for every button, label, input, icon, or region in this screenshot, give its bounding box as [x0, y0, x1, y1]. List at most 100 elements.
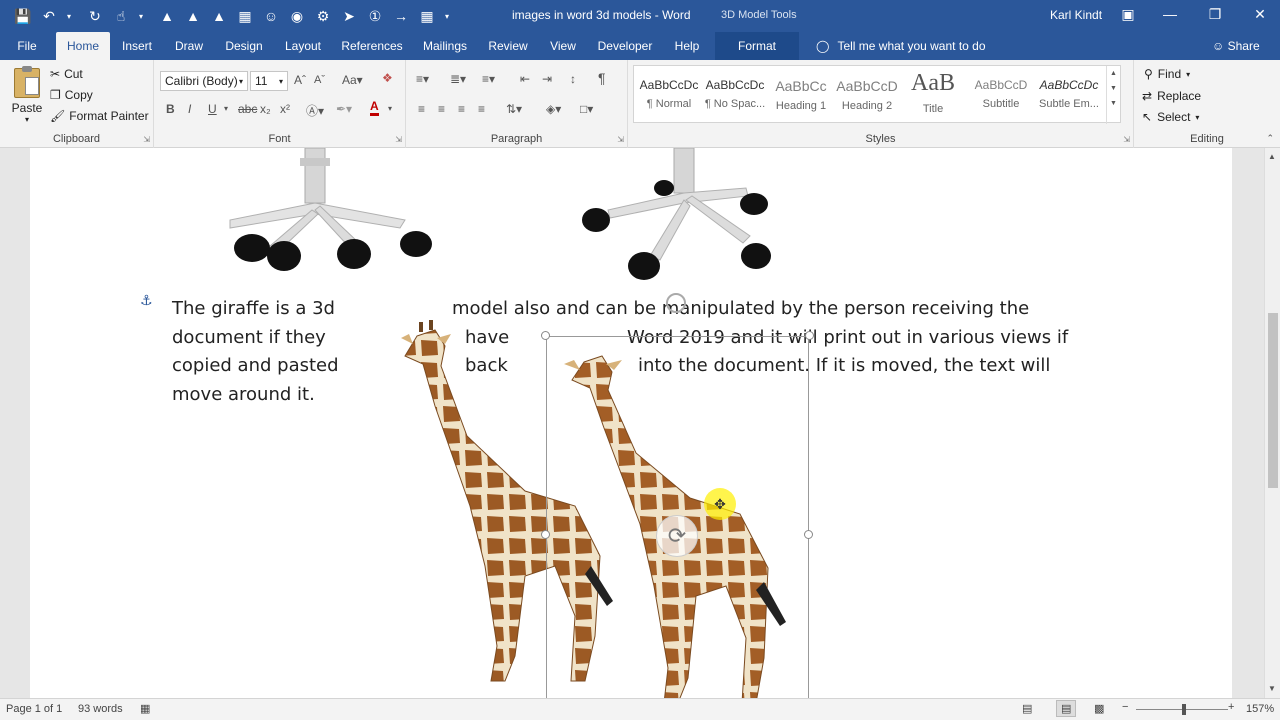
- superscript-icon[interactable]: x²: [280, 102, 290, 116]
- arrow-circle-icon[interactable]: ◉: [288, 7, 306, 25]
- clipboard-launcher-icon[interactable]: ⇲: [143, 135, 150, 144]
- zoom-level[interactable]: 157%: [1246, 703, 1274, 715]
- web-layout-icon[interactable]: ▩: [1094, 702, 1104, 715]
- tab-help[interactable]: Help: [668, 32, 706, 60]
- replace-button[interactable]: ⇄ Replace: [1142, 89, 1201, 103]
- right-arrow-icon[interactable]: →: [392, 7, 410, 25]
- undo-dropdown-icon[interactable]: ▾: [60, 7, 78, 25]
- multilevel-list-icon[interactable]: ≡▾: [482, 72, 495, 86]
- show-marks-icon[interactable]: ¶: [598, 70, 606, 86]
- document-page[interactable]: ⚓ The giraffe is a 3d document if they c…: [30, 148, 1232, 698]
- chevron-down-icon[interactable]: ▼: [1107, 85, 1120, 92]
- tab-home[interactable]: Home: [56, 32, 110, 60]
- tab-view[interactable]: View: [544, 32, 582, 60]
- word-count[interactable]: 93 words: [78, 703, 123, 715]
- increase-indent-icon[interactable]: ⇥: [542, 72, 552, 86]
- forward-circle-icon[interactable]: ➤: [340, 7, 358, 25]
- font-color-icon[interactable]: A: [370, 100, 379, 116]
- zoom-in-icon[interactable]: +: [1228, 701, 1234, 713]
- tab-draw[interactable]: Draw: [170, 32, 208, 60]
- numbering-icon[interactable]: ≣▾: [450, 72, 466, 86]
- tab-design[interactable]: Design: [220, 32, 268, 60]
- scroll-up-icon[interactable]: ▲: [1268, 152, 1276, 161]
- smiley-icon[interactable]: ☺: [262, 7, 280, 25]
- font-name-box[interactable]: Calibri (Body) ▾: [160, 71, 248, 91]
- bullets-icon[interactable]: ≡▾: [416, 72, 429, 86]
- redo-icon[interactable]: ↻: [86, 7, 104, 25]
- font-size-box[interactable]: 11 ▾: [250, 71, 288, 91]
- save-icon[interactable]: 💾: [14, 7, 32, 25]
- strikethrough-icon[interactable]: abc: [238, 102, 257, 116]
- customize-qat-icon[interactable]: ▾: [438, 7, 456, 25]
- font-color-dropdown-icon[interactable]: ▾: [388, 104, 392, 113]
- text-effects-icon[interactable]: Ⓐ▾: [306, 102, 324, 119]
- find-button[interactable]: ⚲ Find ▾: [1144, 67, 1190, 81]
- resize-handle-top-right[interactable]: [805, 331, 814, 340]
- italic-icon[interactable]: I: [188, 102, 191, 116]
- font-launcher-icon[interactable]: ⇲: [395, 135, 402, 144]
- resize-handle-middle-right[interactable]: [804, 530, 813, 539]
- decrease-indent-icon[interactable]: ⇤: [520, 72, 530, 86]
- style-heading-2[interactable]: AaBbCcD Heading 2: [836, 70, 898, 118]
- bold-icon[interactable]: B: [166, 102, 175, 116]
- align-left-icon[interactable]: ≡: [418, 102, 425, 116]
- shrink-font-icon[interactable]: Aˇ: [314, 74, 325, 86]
- soccer-icon[interactable]: ⚙: [314, 7, 332, 25]
- tab-layout[interactable]: Layout: [280, 32, 326, 60]
- zoom-out-icon[interactable]: −: [1122, 701, 1128, 713]
- grow-font-icon[interactable]: Aˆ: [294, 73, 306, 87]
- minimize-icon[interactable]: —: [1160, 6, 1180, 22]
- table-icon[interactable]: ▦: [236, 7, 254, 25]
- justify-icon[interactable]: ≡: [478, 102, 485, 116]
- 3d-rotate-control-icon[interactable]: ⟳: [656, 515, 698, 557]
- sort-icon[interactable]: ↕: [570, 72, 576, 86]
- more-styles-icon[interactable]: ▼: [1107, 100, 1120, 107]
- highlight-icon[interactable]: ✒▾: [336, 102, 352, 116]
- paste-button[interactable]: Paste ▾: [10, 66, 44, 124]
- style-no-spacing[interactable]: AaBbCcDc ¶ No Spac...: [704, 70, 766, 118]
- align-right-icon[interactable]: ≡: [458, 102, 465, 116]
- tab-format[interactable]: Format: [715, 32, 799, 60]
- undo-icon[interactable]: ↶: [40, 7, 58, 25]
- style-normal[interactable]: AaBbCcDc ¶ Normal: [638, 70, 700, 118]
- resize-handle-middle-left[interactable]: [541, 530, 550, 539]
- touch-dropdown-icon[interactable]: ▾: [132, 7, 150, 25]
- restore-icon[interactable]: ❐: [1205, 6, 1225, 23]
- paste-dropdown-icon[interactable]: ▾: [10, 115, 44, 124]
- underline-dropdown-icon[interactable]: ▾: [224, 104, 228, 113]
- vertical-scrollbar[interactable]: ▲ ▼: [1264, 148, 1280, 698]
- tab-mailings[interactable]: Mailings: [418, 32, 472, 60]
- tree-icon[interactable]: ▲: [158, 7, 176, 25]
- counter-icon[interactable]: ①: [366, 7, 384, 25]
- styles-scroll[interactable]: ▲ ▼ ▼: [1106, 66, 1120, 124]
- zoom-slider-thumb[interactable]: [1182, 704, 1186, 715]
- tab-file[interactable]: File: [10, 32, 44, 60]
- grid-icon[interactable]: ▦: [418, 7, 436, 25]
- anchor-icon[interactable]: ⚓: [140, 292, 153, 309]
- line-spacing-icon[interactable]: ⇅▾: [506, 102, 522, 116]
- styles-launcher-icon[interactable]: ⇲: [1123, 135, 1130, 144]
- align-center-icon[interactable]: ≡: [438, 102, 445, 116]
- office-chair-base-2[interactable]: [578, 148, 778, 288]
- tab-developer[interactable]: Developer: [594, 32, 656, 60]
- scroll-thumb[interactable]: [1268, 313, 1278, 488]
- cut-button[interactable]: ✂ Cut: [50, 67, 83, 81]
- style-subtitle[interactable]: AaBbCcD Subtitle: [970, 70, 1032, 118]
- rotate-handle-icon[interactable]: [666, 293, 686, 313]
- read-mode-icon[interactable]: ▤: [1022, 702, 1032, 715]
- close-icon[interactable]: ✕: [1250, 6, 1270, 23]
- resize-handle-top-left[interactable]: [541, 331, 550, 340]
- borders-icon[interactable]: □▾: [580, 102, 593, 116]
- shading-icon[interactable]: ◈▾: [546, 102, 561, 116]
- chevron-up-icon[interactable]: ▲: [1107, 70, 1120, 77]
- copy-button[interactable]: ❐ Copy: [50, 88, 93, 102]
- style-heading-1[interactable]: AaBbCc Heading 1: [770, 70, 832, 118]
- office-chair-base-1[interactable]: [200, 148, 435, 273]
- tell-me-search[interactable]: ◯ Tell me what you want to do: [816, 32, 986, 60]
- clear-formatting-icon[interactable]: ❖: [382, 71, 393, 85]
- share-button[interactable]: ☺ Share: [1212, 32, 1260, 60]
- underline-icon[interactable]: U: [208, 102, 217, 116]
- page-count[interactable]: Page 1 of 1: [6, 703, 62, 715]
- paragraph-launcher-icon[interactable]: ⇲: [617, 135, 624, 144]
- user-name[interactable]: Karl Kindt: [1050, 8, 1102, 22]
